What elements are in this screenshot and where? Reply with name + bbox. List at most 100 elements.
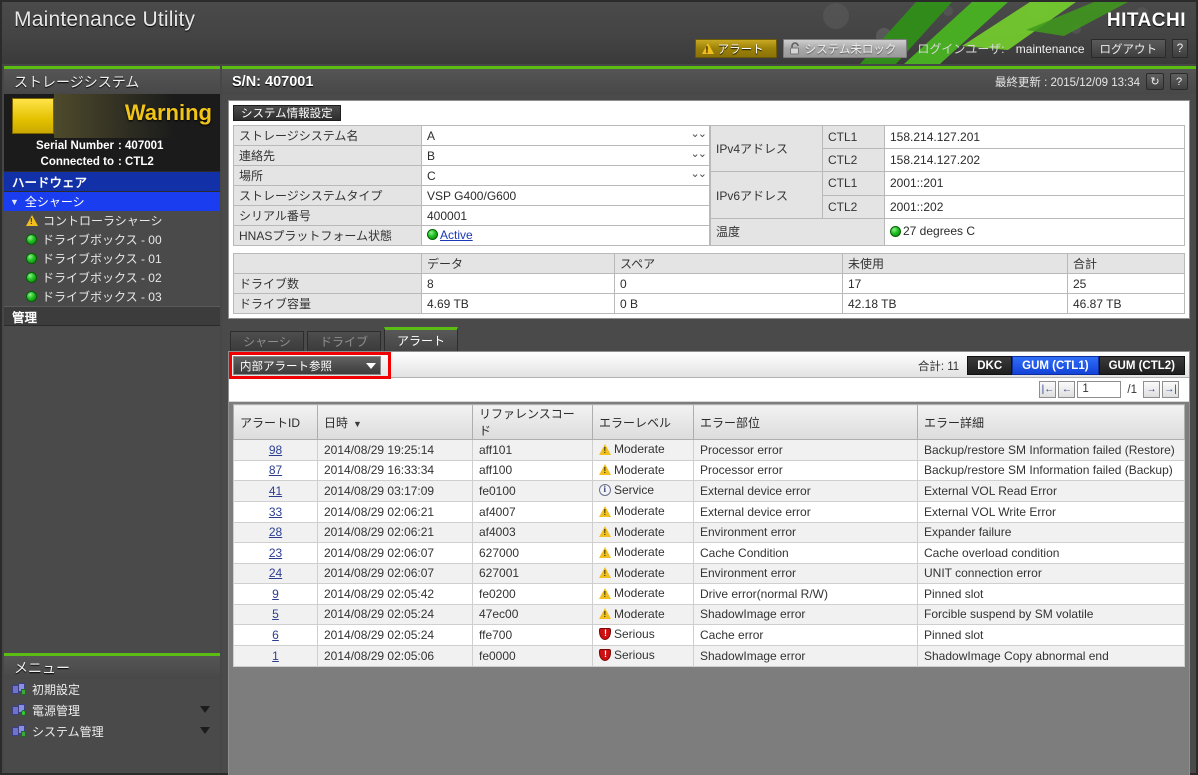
cell-alert-id[interactable]: 98: [234, 440, 318, 461]
cell-error-part: Drive error(normal R/W): [694, 584, 918, 605]
menu-item-power-management[interactable]: 電源管理: [4, 700, 220, 721]
cell-alert-id[interactable]: 9: [234, 584, 318, 605]
table-header-row: データ スペア 未使用 合計: [234, 254, 1185, 274]
serious-badge-icon: [599, 628, 611, 640]
sidebar-item-drive-box-03[interactable]: ドライブボックス - 03: [4, 287, 220, 306]
cell-alert-id[interactable]: 23: [234, 543, 318, 564]
cell-error-detail: Pinned slot: [918, 584, 1185, 605]
warning-triangle-icon: [599, 526, 611, 537]
tab-drive[interactable]: ドライブ: [307, 331, 381, 351]
column-header: データ: [422, 254, 615, 274]
cell-reference-code: af4003: [473, 522, 593, 543]
cell-alert-id[interactable]: 5: [234, 604, 318, 625]
segment-gum-ctl1[interactable]: GUM (CTL1): [1012, 356, 1098, 375]
column-header-datetime[interactable]: 日時▼: [318, 405, 473, 440]
cell-spare: 0: [615, 274, 843, 294]
next-page-button[interactable]: →: [1143, 381, 1160, 398]
chevron-down-icon[interactable]: ⌄⌄: [691, 167, 705, 181]
pagination-bar: |← ← 1 /1 → →|: [229, 378, 1189, 402]
table-row: 982014/08/29 19:25:14aff101ModerateProce…: [234, 440, 1185, 461]
tab-alert[interactable]: アラート: [384, 327, 458, 351]
first-page-button[interactable]: |←: [1039, 381, 1056, 398]
system-unlocked-button[interactable]: システム未ロック: [783, 39, 908, 58]
menu-item-label: システム管理: [32, 723, 104, 740]
alert-source-dropdown[interactable]: 内部アラート参照: [233, 356, 381, 375]
alert-id-link[interactable]: 6: [272, 628, 279, 642]
sidebar-item-controller-chassis[interactable]: コントローラシャーシ: [4, 211, 220, 230]
cell-error-detail: External VOL Read Error: [918, 481, 1185, 502]
alert-id-link[interactable]: 41: [269, 484, 282, 498]
alert-id-link[interactable]: 98: [269, 443, 282, 457]
logout-button[interactable]: ログアウト: [1091, 39, 1167, 58]
column-header-error-detail[interactable]: エラー詳細: [918, 405, 1185, 440]
cell-alert-id[interactable]: 28: [234, 522, 318, 543]
column-header-reference-code[interactable]: リファレンスコード: [473, 405, 593, 440]
system-info-settings-button[interactable]: システム情報設定: [233, 105, 341, 121]
cell-alert-id[interactable]: 24: [234, 563, 318, 584]
alert-id-link[interactable]: 1: [272, 649, 279, 663]
last-page-button[interactable]: →|: [1162, 381, 1179, 398]
table-row: 連絡先 B⌄⌄: [234, 146, 710, 166]
chevron-down-icon[interactable]: ⌄⌄: [691, 127, 705, 141]
column-header-alert-id[interactable]: アラートID: [234, 405, 318, 440]
page-number-input[interactable]: 1: [1077, 381, 1121, 398]
cell-alert-id[interactable]: 33: [234, 502, 318, 523]
alert-button[interactable]: アラート: [695, 39, 777, 58]
alert-id-link[interactable]: 28: [269, 525, 282, 539]
help-icon[interactable]: ?: [1172, 39, 1188, 58]
table-header-row: アラートID 日時▼ リファレンスコード エラーレベル エラー部位 エラー詳細: [234, 405, 1185, 440]
help-icon[interactable]: ?: [1170, 73, 1188, 90]
cell-error-part: Environment error: [694, 522, 918, 543]
alert-id-link[interactable]: 23: [269, 546, 282, 560]
header-button-group: アラート システム未ロック ログインユーザ: maintenance ログアウト…: [695, 38, 1188, 59]
info-value[interactable]: Active: [422, 226, 710, 246]
power-cube-icon: [12, 704, 26, 717]
refresh-icon[interactable]: ↻: [1146, 73, 1164, 90]
alert-tab-panel: 内部アラート参照 合計: 11 DKC GUM (CTL1) GUM (CTL2…: [228, 351, 1190, 775]
cell-error-detail: Backup/restore SM Information failed (Re…: [918, 440, 1185, 461]
cell-datetime: 2014/08/29 02:05:24: [318, 604, 473, 625]
info-value: 158.214.127.201: [884, 126, 1184, 149]
storage-status-box: Warning Serial Number : 407001 Connected…: [4, 94, 220, 172]
prev-page-button[interactable]: ←: [1058, 381, 1075, 398]
cell-alert-id[interactable]: 87: [234, 460, 318, 481]
info-value[interactable]: B⌄⌄: [422, 146, 710, 166]
info-value[interactable]: C⌄⌄: [422, 166, 710, 186]
menu-item-initial-setup[interactable]: 初期設定: [4, 679, 220, 700]
alert-id-link[interactable]: 24: [269, 566, 282, 580]
cell-unused: 42.18 TB: [843, 294, 1068, 314]
hnas-status-link[interactable]: Active: [440, 228, 473, 242]
cell-error-detail: Expander failure: [918, 522, 1185, 543]
sidebar-item-drive-box-01[interactable]: ドライブボックス - 01: [4, 249, 220, 268]
cell-error-part: Environment error: [694, 563, 918, 584]
cell-alert-id[interactable]: 6: [234, 625, 318, 646]
cell-datetime: 2014/08/29 02:06:21: [318, 502, 473, 523]
sidebar-item-all-chassis[interactable]: ▼ 全シャーシ: [4, 192, 220, 211]
system-unlocked-label: システム未ロック: [805, 41, 897, 57]
ctl-label: CTL2: [822, 195, 884, 218]
main-content-panel: S/N: 407001 最終更新 : 2015/12/09 13:34 ↻ ? …: [222, 66, 1196, 773]
menu-item-system-management[interactable]: システム管理: [4, 721, 220, 742]
info-value[interactable]: A⌄⌄: [422, 126, 710, 146]
column-header-error-level[interactable]: エラーレベル: [593, 405, 694, 440]
alert-source-value: 内部アラート参照: [240, 358, 332, 374]
alert-id-link[interactable]: 33: [269, 505, 282, 519]
chevron-down-icon[interactable]: ⌄⌄: [691, 147, 705, 161]
cell-alert-id[interactable]: 41: [234, 481, 318, 502]
expand-triangle-icon[interactable]: [200, 706, 210, 713]
cell-error-part: Processor error: [694, 460, 918, 481]
sidebar-item-drive-box-02[interactable]: ドライブボックス - 02: [4, 268, 220, 287]
alert-id-link[interactable]: 87: [269, 463, 282, 477]
expand-triangle-icon[interactable]: [200, 727, 210, 734]
tab-chassis[interactable]: シャーシ: [230, 331, 304, 351]
alert-id-link[interactable]: 5: [272, 607, 279, 621]
alert-id-link[interactable]: 9: [272, 587, 279, 601]
sidebar-item-drive-box-00[interactable]: ドライブボックス - 00: [4, 230, 220, 249]
chevron-down-icon: ▼: [10, 197, 19, 207]
segment-gum-ctl2[interactable]: GUM (CTL2): [1099, 356, 1185, 375]
login-user-info: ログインユーザ: maintenance: [917, 40, 1084, 57]
cell-alert-id[interactable]: 1: [234, 646, 318, 667]
column-header-error-part[interactable]: エラー部位: [694, 405, 918, 440]
sidebar-spacer: [4, 326, 220, 653]
segment-dkc[interactable]: DKC: [967, 356, 1012, 375]
